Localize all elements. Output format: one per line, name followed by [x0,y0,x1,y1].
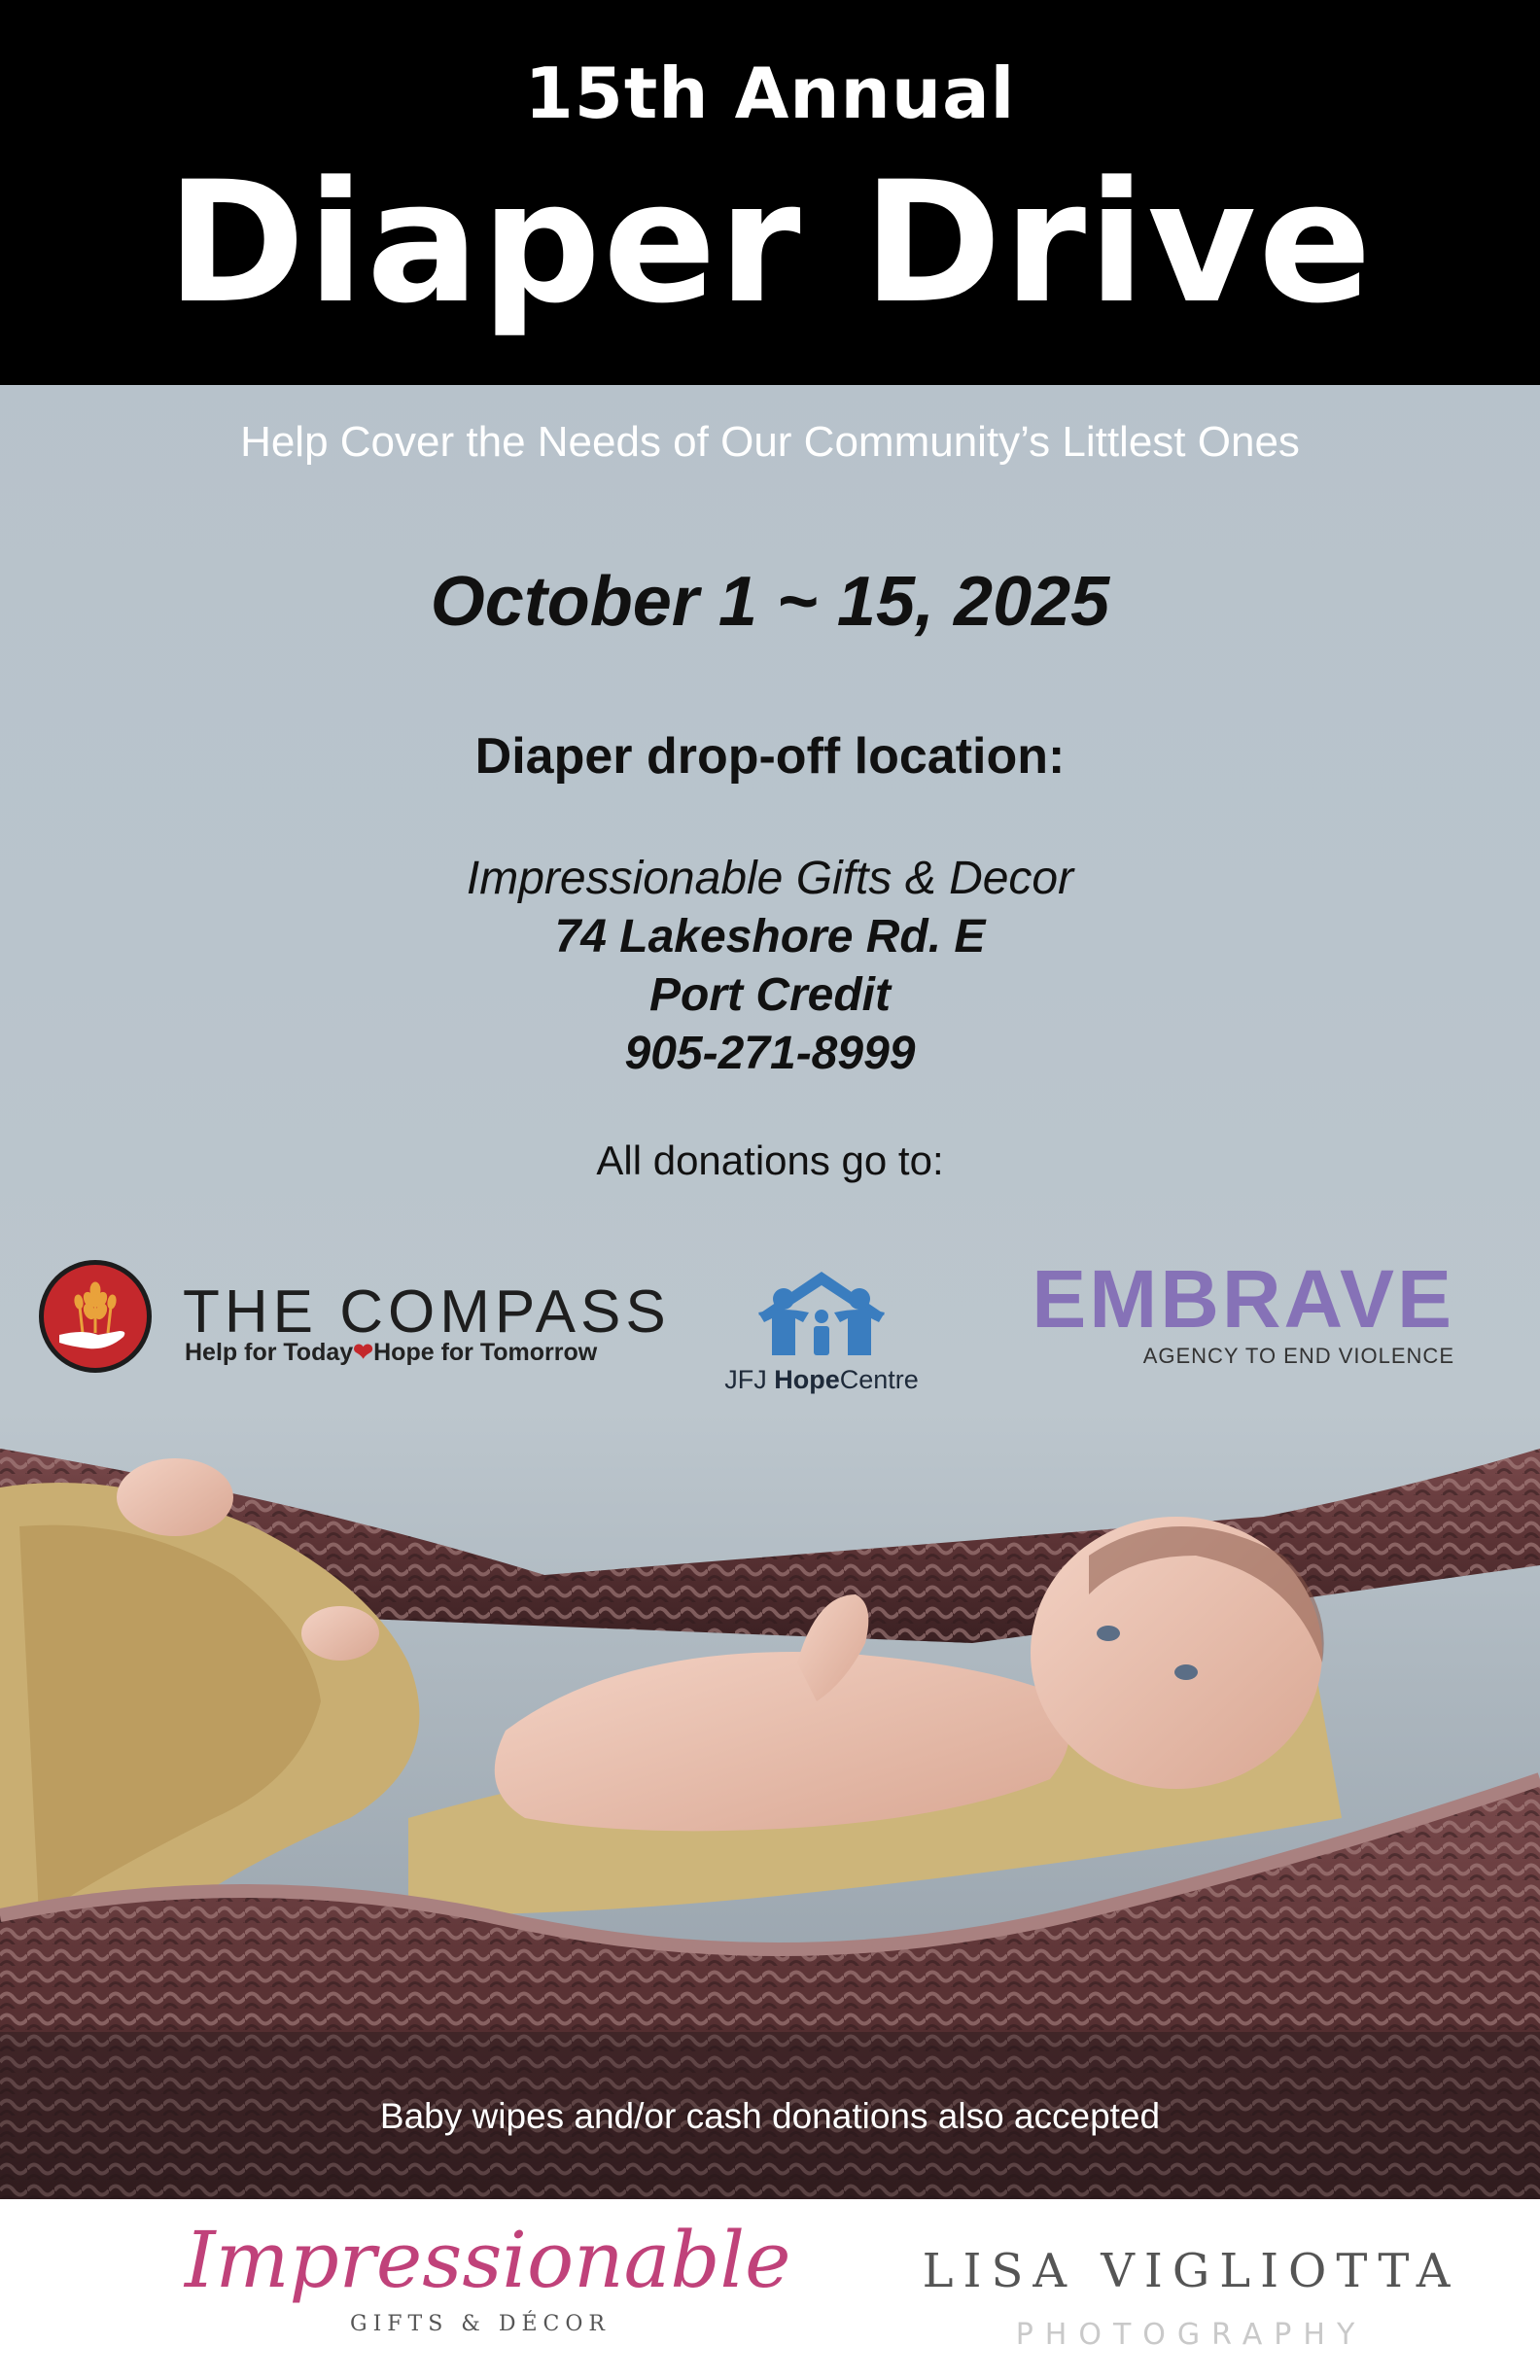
impressionable-sub: GIFTS & DÉCOR [350,2312,611,2336]
impressionable-name: Impressionable [185,2215,791,2305]
heart-icon: ❤ [353,1339,374,1366]
dropoff-heading: Diaper drop-off location: [474,728,1066,785]
dropoff-address: 74 Lakeshore Rd. E [554,911,986,962]
compass-tag-left: Help for Today [185,1339,354,1366]
embrave-name: EMBRAVE [1032,1253,1454,1345]
impressionable-logo: Impressionable GIFTS & DÉCOR [185,2215,790,2361]
compass-name: THE COMPASS [183,1278,671,1346]
poster: 15th Annual Diaper Drive Help Cover the … [0,0,1540,2380]
dropoff-city: Port Credit [648,969,891,1021]
compass-tag-right: Hope for Tomorrow [373,1339,598,1366]
embrave-tagline: AGENCY TO END VIOLENCE [1142,1344,1454,1368]
wheat-hand-icon [39,1260,152,1373]
donation-note: Baby wipes and/or cash donations also ac… [379,2096,1161,2136]
baby-in-basket-photo [0,1410,1540,2201]
jfj-name: JFJ HopeCentre [724,1365,919,1394]
compass-logo: THE COMPASS Help for Today❤Hope for Tomo… [39,1258,666,1384]
tagline: Help Cover the Needs of Our Community’s … [240,418,1300,466]
embrave-logo: EMBRAVE AGENCY TO END VIOLENCE [1007,1253,1454,1375]
header-banner: 15th Annual Diaper Drive [0,0,1540,385]
lisa-vigliotta-sub: PHOTOGRAPHY [1015,2318,1367,2352]
lisa-vigliotta-name: LISA VIGLIOTTA [922,2244,1460,2298]
event-title: Diaper Drive [166,145,1374,340]
dropoff-store: Impressionable Gifts & Decor [466,853,1074,904]
compass-tagline: Help for Today❤Hope for Tomorrow [185,1338,597,1367]
donations-heading: All donations go to: [596,1138,944,1183]
dropoff-phone: 905-271-8999 [624,1028,916,1079]
event-edition: 15th Annual [524,52,1016,134]
family-house-icon [758,1272,885,1355]
event-dates: October 1 ~ 15, 2025 [430,563,1110,641]
jfj-hope-centre-logo: JFJ HopeCentre [719,1264,924,1400]
sponsor-footer: Impressionable GIFTS & DÉCOR LISA VIGLIO… [0,2199,1540,2380]
